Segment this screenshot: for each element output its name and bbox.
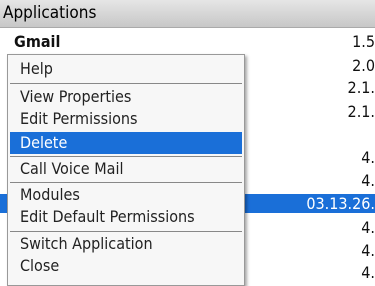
menu-item-view-properties[interactable]: View Properties xyxy=(10,86,242,108)
app-version: 4. xyxy=(361,218,375,237)
menu-item-edit-permissions[interactable]: Edit Permissions xyxy=(10,108,242,130)
app-name: Gmail xyxy=(14,32,61,51)
menu-item-modules[interactable]: Modules xyxy=(10,184,242,206)
context-menu: Help View Properties Edit Permissions De… xyxy=(7,54,245,286)
app-version: 4. xyxy=(361,171,375,190)
screen-title: Applications xyxy=(3,3,97,23)
menu-item-delete[interactable]: Delete xyxy=(10,132,242,154)
app-version: 2.1. xyxy=(347,102,375,121)
app-version: 03.13.26. xyxy=(306,194,375,213)
app-version: 4. xyxy=(361,148,375,167)
menu-item-edit-default-permissions[interactable]: Edit Default Permissions xyxy=(10,206,242,228)
app-version: 4. xyxy=(361,241,375,260)
menu-item-switch-application[interactable]: Switch Application xyxy=(10,233,242,255)
app-version: 1.5 xyxy=(352,32,375,51)
menu-separator xyxy=(10,156,242,157)
menu-item-help[interactable]: Help xyxy=(10,58,242,80)
app-version: 4. xyxy=(361,263,375,282)
app-version: 2.1. xyxy=(347,78,375,97)
menu-item-call-voice-mail[interactable]: Call Voice Mail xyxy=(10,158,242,180)
menu-item-close[interactable]: Close xyxy=(10,255,242,277)
title-bar: Applications xyxy=(0,0,375,28)
app-version: 2.0 xyxy=(352,56,375,75)
menu-separator xyxy=(10,231,242,232)
menu-separator xyxy=(10,83,242,84)
menu-separator xyxy=(10,182,242,183)
app-row[interactable]: Gmail 1.5 xyxy=(0,32,375,51)
